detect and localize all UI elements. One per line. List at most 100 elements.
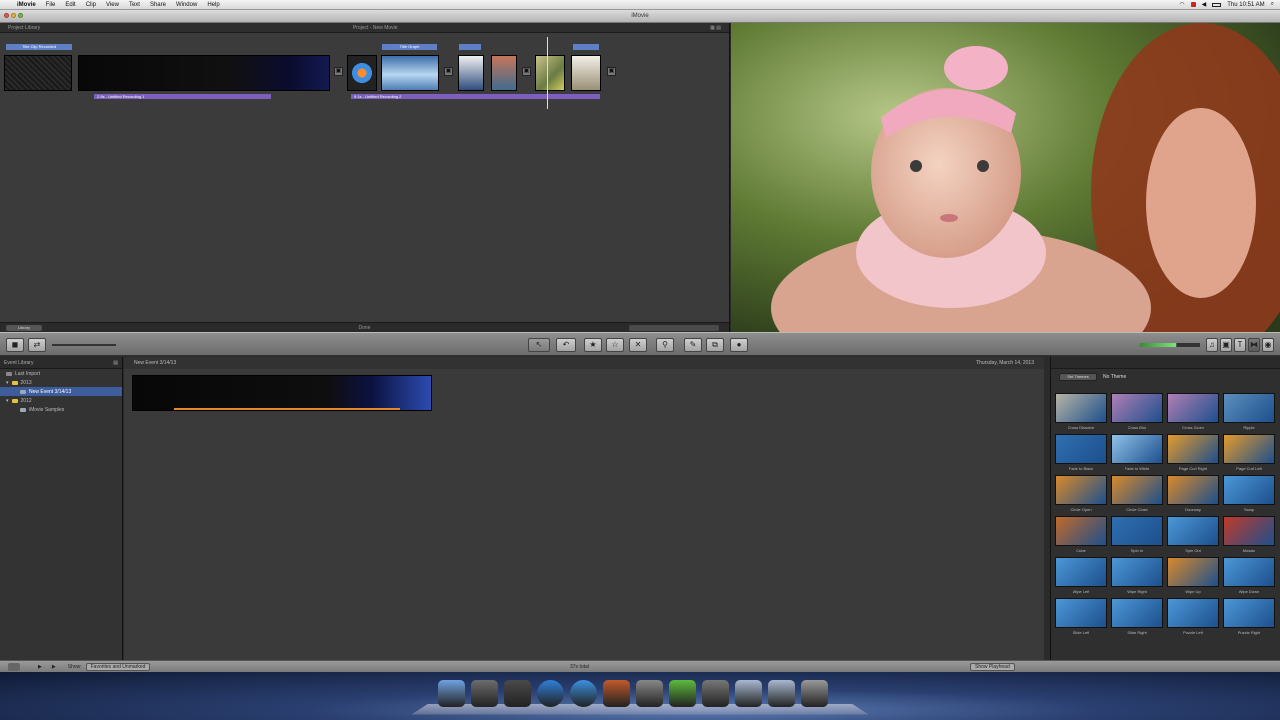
transition-item[interactable]: Cross Dissolve — [1055, 393, 1107, 434]
project-clip-noise[interactable] — [4, 55, 72, 91]
transition-item[interactable]: Slide Left — [1055, 598, 1107, 639]
wifi-icon[interactable]: ◠ — [1179, 1, 1184, 8]
transition-item[interactable]: Puzzle Right — [1223, 598, 1275, 639]
transition-thumbnail[interactable] — [1223, 557, 1275, 587]
menu-text[interactable]: Text — [124, 2, 145, 8]
launchpad-icon[interactable] — [471, 680, 498, 707]
transition-item[interactable]: Wipe Down — [1223, 557, 1275, 598]
transition-thumbnail[interactable] — [1111, 516, 1163, 546]
transition-thumbnail[interactable] — [1055, 516, 1107, 546]
spotlight-icon[interactable]: ⌕ — [1271, 1, 1274, 8]
transition-marker-icon[interactable]: ▣ — [444, 67, 453, 76]
safari-icon[interactable] — [570, 680, 597, 707]
downloads-icon[interactable] — [768, 680, 795, 707]
library-button[interactable]: Library — [6, 325, 42, 331]
transition-thumbnail[interactable] — [1223, 393, 1275, 423]
camtasia-icon[interactable] — [669, 680, 696, 707]
transition-item[interactable]: Mosaic — [1223, 516, 1275, 557]
dashboard-icon[interactable] — [504, 680, 531, 707]
transition-marker-icon[interactable]: ▣ — [522, 67, 531, 76]
menu-window[interactable]: Window — [171, 2, 202, 8]
transition-item[interactable]: Cross Blur — [1111, 393, 1163, 434]
project-clip-bar-2[interactable]: 9.1s - Untitled Recording 2 — [351, 94, 600, 99]
add-button-icon[interactable] — [8, 662, 20, 671]
transition-thumbnail[interactable] — [1055, 393, 1107, 423]
preferences-icon[interactable] — [636, 680, 663, 707]
project-clip-photos-app[interactable] — [347, 55, 377, 91]
transition-item[interactable]: Cross Zoom — [1167, 393, 1219, 434]
event-clip[interactable] — [132, 375, 432, 411]
select-tool-button[interactable]: ↖ — [528, 338, 550, 352]
zoom-window-icon[interactable] — [18, 13, 23, 18]
record-status-icon[interactable] — [1190, 2, 1196, 7]
title-clip-label[interactable]: Title Clip Recorded — [6, 44, 72, 50]
transition-item[interactable]: Ripple — [1223, 393, 1275, 434]
transition-item[interactable]: Swap — [1223, 475, 1275, 516]
library-item-new-event[interactable]: New Event 3/14/13 — [0, 387, 122, 396]
browser-photos-button[interactable]: ▣ — [1220, 338, 1232, 352]
thumbnail-size-slider[interactable] — [52, 344, 116, 346]
transition-thumbnail[interactable] — [1167, 557, 1219, 587]
favorite-button[interactable]: ★ — [584, 338, 602, 352]
project-zoom-slider[interactable] — [629, 325, 719, 331]
disclosure-triangle-icon[interactable]: ▾ — [6, 380, 9, 386]
project-library-label[interactable]: Project Library — [8, 25, 40, 31]
clock[interactable]: Thu 10:51 AM — [1227, 2, 1264, 8]
camera-import-button[interactable]: ◼ — [6, 338, 24, 352]
library-item-last-import[interactable]: Last Import — [0, 369, 122, 378]
project-view-icons[interactable]: ▦ ▤ — [710, 25, 721, 31]
title-graph-label[interactable]: Title Graph — [382, 44, 437, 50]
project-clip-collage[interactable] — [535, 55, 565, 91]
transition-item[interactable]: Wipe Up — [1167, 557, 1219, 598]
clip-label-small[interactable] — [459, 44, 481, 50]
set-themes-button[interactable]: Set Themes — [1059, 373, 1097, 381]
voiceover-button[interactable]: ● — [730, 338, 748, 352]
transition-item[interactable]: Circle Close — [1111, 475, 1163, 516]
battery-icon[interactable] — [1212, 2, 1222, 7]
transition-item[interactable]: Wipe Right — [1111, 557, 1163, 598]
reject-button[interactable]: ✕ — [629, 338, 647, 352]
keyword-button[interactable]: ⚲ — [656, 338, 674, 352]
project-clip-bar-1[interactable]: 2.5s - Untitled Recording 1 — [94, 94, 271, 99]
project-clip-dog[interactable] — [571, 55, 601, 91]
minimize-window-icon[interactable] — [11, 13, 16, 18]
menu-view[interactable]: View — [101, 2, 124, 8]
transition-thumbnail[interactable] — [1167, 475, 1219, 505]
unmark-button[interactable]: ☆ — [606, 338, 624, 352]
transition-thumbnail[interactable] — [1055, 557, 1107, 587]
transition-thumbnail[interactable] — [1111, 434, 1163, 464]
transition-marker-icon[interactable]: ▣ — [334, 67, 343, 76]
crop-button[interactable]: ⧉ — [706, 338, 724, 352]
project-clip-recording-1[interactable] — [78, 55, 330, 91]
playhead-zoom-slider[interactable]: Show Playhead — [970, 662, 1015, 671]
disclosure-triangle-icon[interactable]: ▾ — [6, 398, 9, 404]
transition-item[interactable]: Circle Open — [1055, 475, 1107, 516]
playhead[interactable] — [547, 37, 548, 109]
transition-item[interactable]: Cube — [1055, 516, 1107, 557]
transition-item[interactable]: Page Curl Left — [1223, 434, 1275, 475]
library-item-2012[interactable]: ▾ 2012 — [0, 396, 122, 405]
transition-item[interactable]: Fade to Black — [1055, 434, 1107, 475]
transition-item[interactable]: Page Curl Right — [1167, 434, 1219, 475]
project-clip-portrait-2[interactable] — [491, 55, 517, 91]
transition-thumbnail[interactable] — [1223, 434, 1275, 464]
clip-label-small-2[interactable] — [573, 44, 599, 50]
library-item-2013[interactable]: ▾ 2013 — [0, 378, 122, 387]
transition-item[interactable]: Slide Right — [1111, 598, 1163, 639]
transition-thumbnail[interactable] — [1167, 598, 1219, 628]
library-item-imovie-samples[interactable]: iMovie Samples — [0, 405, 122, 414]
transition-item[interactable]: Puzzle Left — [1167, 598, 1219, 639]
show-filter-select[interactable]: Favorites and Unmarked — [85, 662, 151, 671]
menu-imovie[interactable]: iMovie — [12, 2, 41, 8]
browser-text-button[interactable]: T — [1234, 338, 1246, 352]
transition-thumbnail[interactable] — [1055, 434, 1107, 464]
browser-music-button[interactable]: ♫ — [1206, 338, 1218, 352]
transition-thumbnail[interactable] — [1111, 557, 1163, 587]
folder-icon[interactable] — [735, 680, 762, 707]
play-fullscreen-icon[interactable]: ▶ — [38, 664, 42, 670]
browser-maps-button[interactable]: ◉ — [1262, 338, 1274, 352]
transition-thumbnail[interactable] — [1223, 516, 1275, 546]
transition-item[interactable]: Wipe Left — [1055, 557, 1107, 598]
play-event-icon[interactable]: ▶ — [52, 664, 56, 670]
close-window-icon[interactable] — [4, 13, 9, 18]
